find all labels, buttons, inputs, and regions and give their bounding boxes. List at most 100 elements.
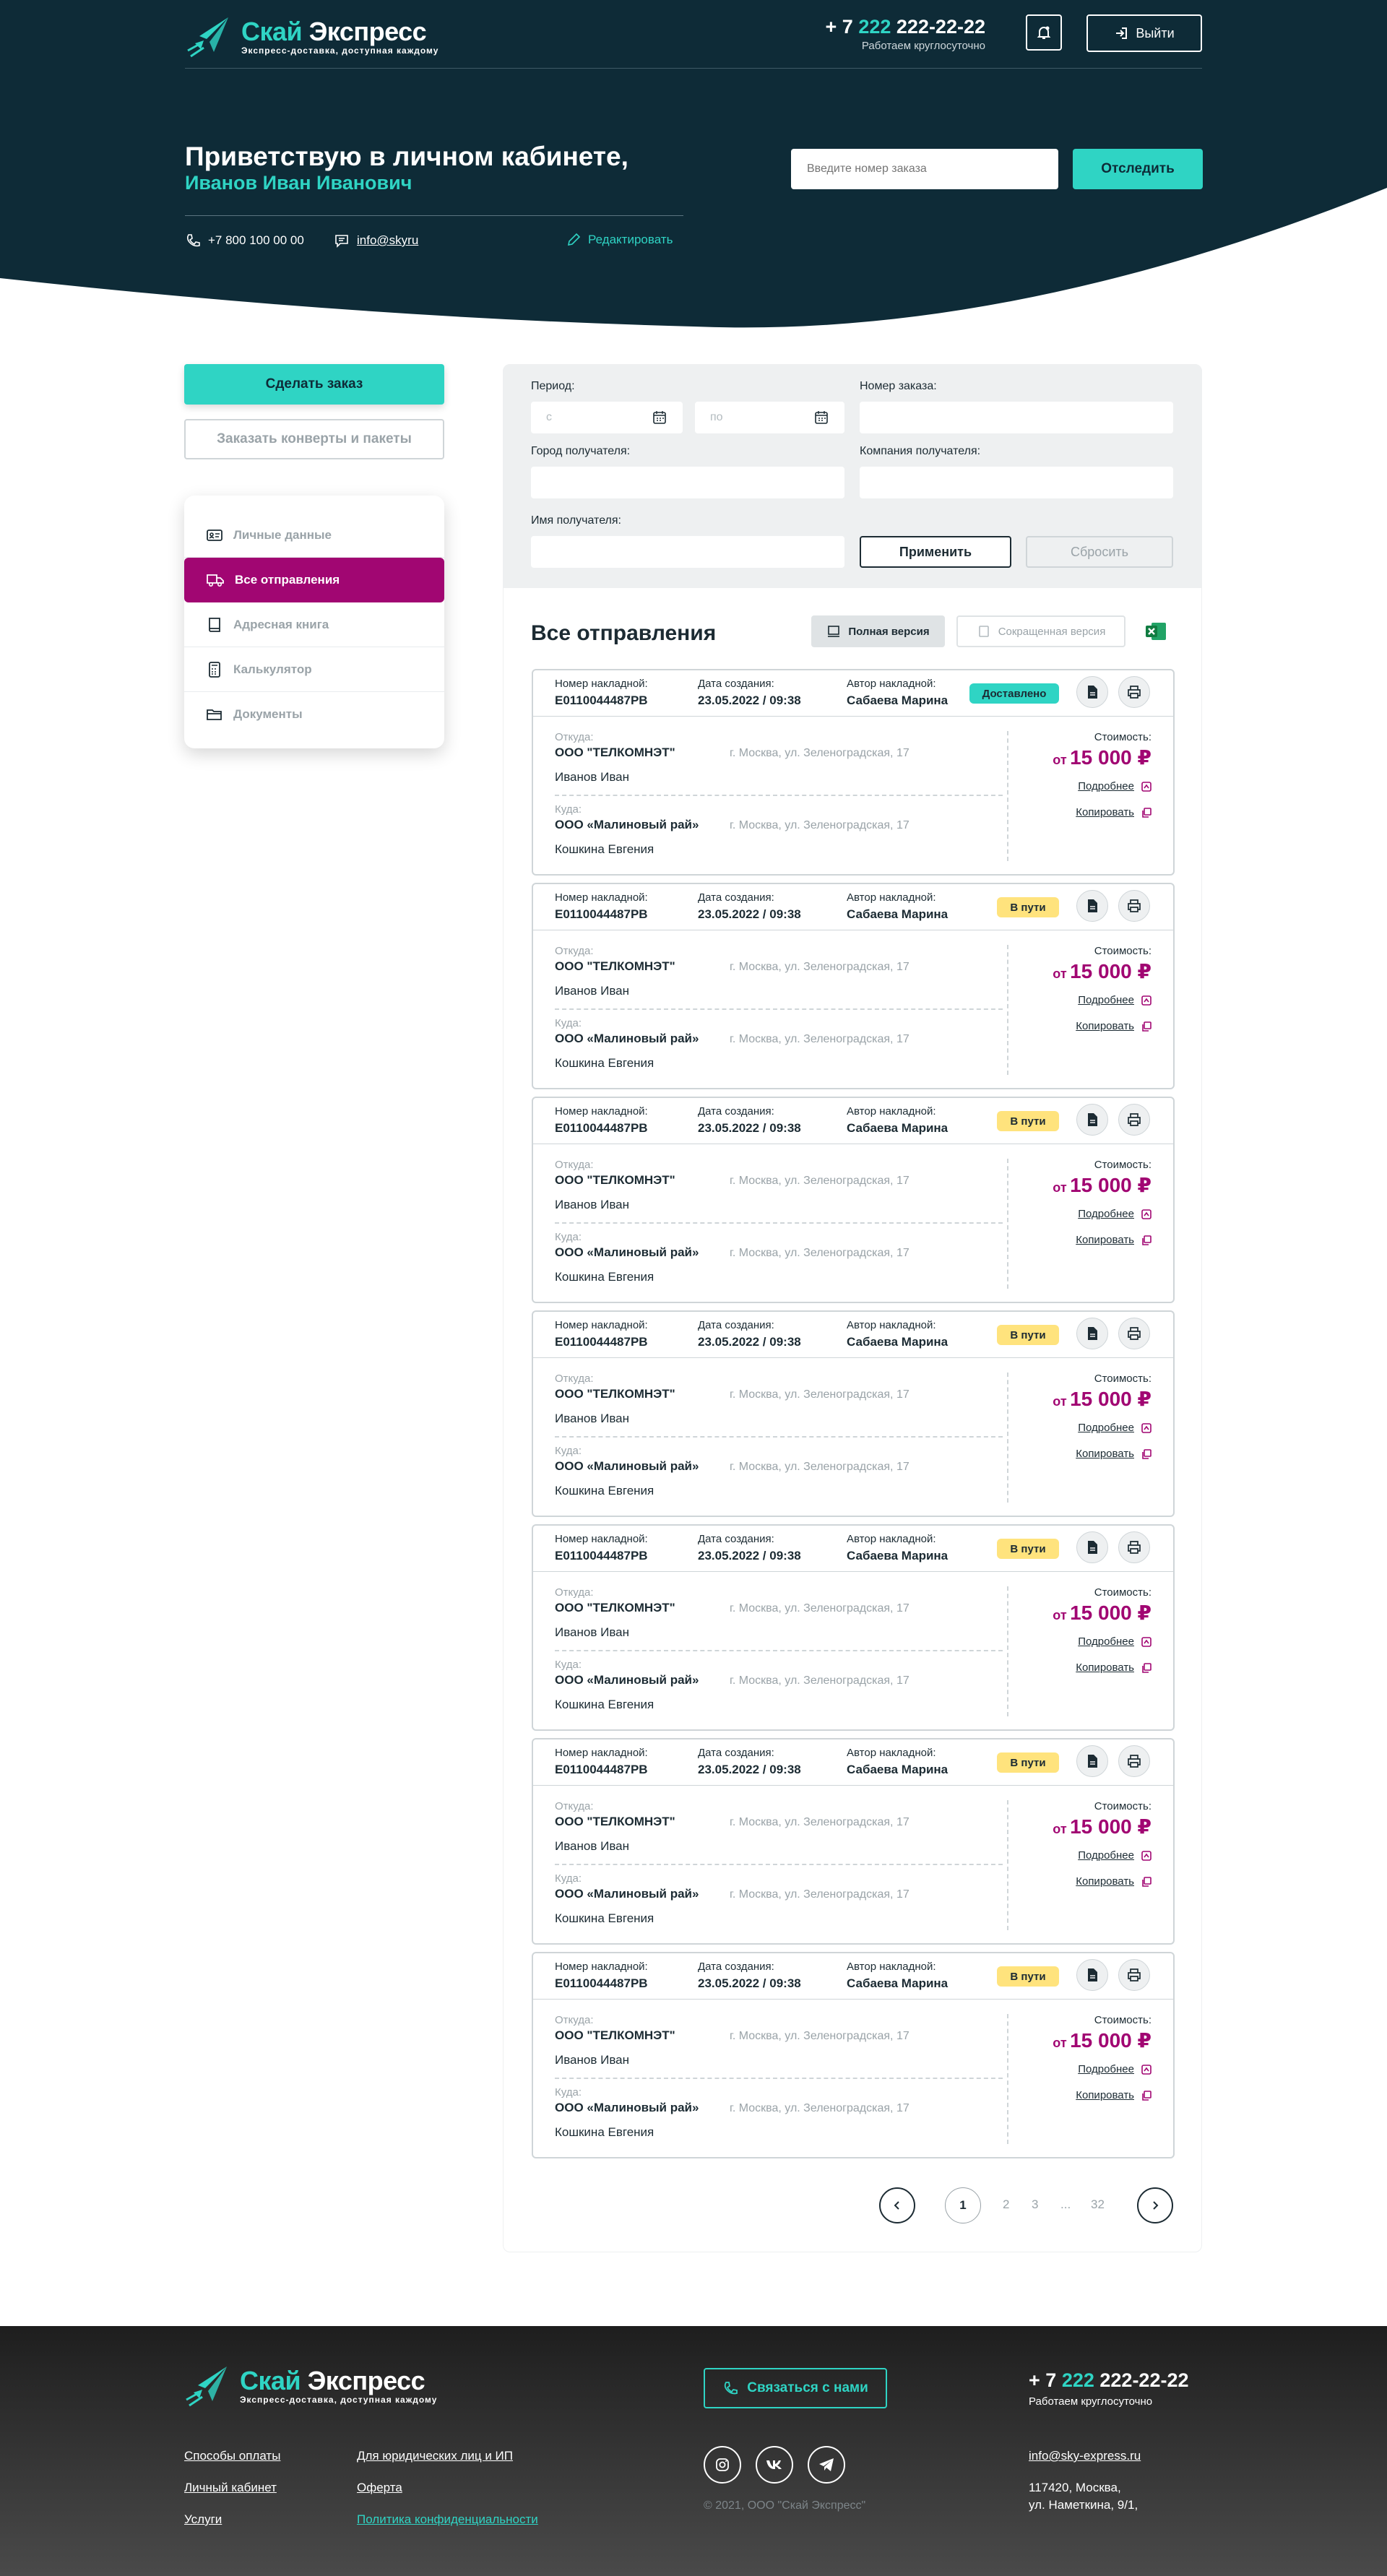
city-field[interactable] bbox=[531, 467, 844, 498]
details-link[interactable]: Подробнее bbox=[1078, 1635, 1151, 1648]
printer-icon bbox=[1128, 899, 1141, 912]
document-button[interactable] bbox=[1076, 676, 1108, 708]
document-icon bbox=[1088, 1541, 1097, 1554]
user-email-link[interactable]: info@skyru bbox=[357, 233, 418, 248]
contact-us-button[interactable]: Связаться с нами bbox=[704, 2368, 887, 2408]
footer-link-services[interactable]: Услуги bbox=[184, 2512, 222, 2527]
invoice-label: Номер накладной: bbox=[555, 678, 648, 690]
details-link[interactable]: Подробнее bbox=[1078, 994, 1151, 1006]
copy-link[interactable]: Копировать bbox=[1076, 1661, 1151, 1674]
company-field[interactable] bbox=[860, 467, 1173, 498]
details-link[interactable]: Подробнее bbox=[1078, 2063, 1151, 2075]
details-link[interactable]: Подробнее bbox=[1078, 780, 1151, 792]
prev-page-button[interactable] bbox=[879, 2187, 915, 2223]
track-button[interactable]: Отследить bbox=[1073, 149, 1203, 189]
to-address: г. Москва, ул. Зеленоградская, 17 bbox=[730, 1674, 909, 1687]
details-link[interactable]: Подробнее bbox=[1078, 1422, 1151, 1434]
shipment-card: Номер накладной: E0110044487PB Дата созд… bbox=[532, 1310, 1175, 1517]
short-version-toggle[interactable]: Сокращенная версия bbox=[956, 615, 1125, 647]
from-person: Иванов Иван bbox=[555, 1839, 630, 1853]
copy-link[interactable]: Копировать bbox=[1076, 806, 1151, 818]
to-person: Кошкина Евгения bbox=[555, 1270, 654, 1284]
header-phone[interactable]: + 7 222 222-22-22 bbox=[819, 16, 986, 38]
cost-divider bbox=[1007, 1586, 1008, 1716]
document-button[interactable] bbox=[1076, 890, 1108, 922]
user-name: Иванов Иван Иванович bbox=[185, 172, 412, 194]
copy-link[interactable]: Копировать bbox=[1076, 1020, 1151, 1032]
edit-profile-link[interactable]: Редактировать bbox=[566, 233, 673, 247]
page-link[interactable]: 3 bbox=[1032, 2197, 1038, 2212]
footer-link-payment[interactable]: Способы оплаты bbox=[184, 2449, 280, 2463]
telegram-button[interactable] bbox=[808, 2446, 845, 2484]
excel-export-button[interactable] bbox=[1144, 620, 1167, 643]
invoice-number: E0110044487PB bbox=[555, 693, 648, 707]
vk-button[interactable] bbox=[756, 2446, 793, 2484]
book-icon bbox=[209, 617, 220, 632]
order-number-label: Номер заказа: bbox=[860, 380, 937, 392]
print-button[interactable] bbox=[1118, 676, 1150, 708]
copy-link[interactable]: Копировать bbox=[1076, 1448, 1151, 1460]
apply-button[interactable]: Применить bbox=[860, 536, 1011, 568]
reset-button[interactable]: Сбросить bbox=[1026, 536, 1173, 568]
document-button[interactable] bbox=[1076, 1318, 1108, 1349]
copy-link[interactable]: Копировать bbox=[1076, 2089, 1151, 2101]
date-from-field[interactable]: с bbox=[531, 402, 683, 433]
footer-link-privacy[interactable]: Политика конфиденциальности bbox=[357, 2512, 538, 2527]
print-button[interactable] bbox=[1118, 1959, 1150, 1991]
from-company: ООО "ТЕЛКОМНЭТ" bbox=[555, 959, 675, 973]
date-to-field[interactable]: по bbox=[695, 402, 844, 433]
document-button[interactable] bbox=[1076, 1104, 1108, 1136]
from-person: Иванов Иван bbox=[555, 1412, 630, 1425]
track-input[interactable] bbox=[791, 149, 1058, 189]
to-address: г. Москва, ул. Зеленоградская, 17 bbox=[730, 1247, 909, 1259]
footer-link-offer[interactable]: Оферта bbox=[357, 2481, 402, 2495]
author-name: Сабаева Марина bbox=[847, 1121, 949, 1135]
details-link[interactable]: Подробнее bbox=[1078, 1849, 1151, 1862]
instagram-button[interactable] bbox=[704, 2446, 741, 2484]
page-link[interactable]: 2 bbox=[1003, 2197, 1009, 2212]
document-button[interactable] bbox=[1076, 1959, 1108, 1991]
footer-link-business[interactable]: Для юридических лиц и ИП bbox=[357, 2449, 513, 2463]
next-page-button[interactable] bbox=[1137, 2187, 1173, 2223]
page-current[interactable]: 1 bbox=[945, 2187, 981, 2223]
sidebar-item-address-book[interactable]: Адресная книга bbox=[184, 602, 444, 647]
full-version-toggle[interactable]: Полная версия bbox=[811, 615, 945, 647]
to-person: Кошкина Евгения bbox=[555, 1698, 654, 1711]
logout-button[interactable]: Выйти bbox=[1086, 14, 1202, 52]
document-button[interactable] bbox=[1076, 1745, 1108, 1777]
sidebar-item-calculator[interactable]: Калькулятор bbox=[184, 647, 444, 692]
order-number-field[interactable] bbox=[860, 402, 1173, 433]
shipment-card: Номер накладной: E0110044487PB Дата созд… bbox=[532, 1952, 1175, 2158]
sidebar-item-shipments[interactable]: Все отправления bbox=[184, 558, 444, 602]
copy-icon bbox=[1142, 1662, 1151, 1673]
print-button[interactable] bbox=[1118, 1318, 1150, 1349]
folder-icon bbox=[207, 709, 222, 720]
print-button[interactable] bbox=[1118, 890, 1150, 922]
footer-email[interactable]: info@sky-express.ru bbox=[1029, 2449, 1141, 2463]
sidebar-item-documents[interactable]: Документы bbox=[184, 692, 444, 737]
order-envelopes-button[interactable]: Заказать конверты и пакеты bbox=[184, 419, 444, 459]
document-button[interactable] bbox=[1076, 1531, 1108, 1563]
route-divider bbox=[555, 1650, 1003, 1651]
details-link[interactable]: Подробнее bbox=[1078, 1208, 1151, 1220]
greeting-title: Приветствую в личном кабинете, bbox=[185, 142, 628, 171]
print-button[interactable] bbox=[1118, 1745, 1150, 1777]
footer-logo[interactable]: Скай Экспресс Экспресс-доставка, доступн… bbox=[183, 2364, 437, 2407]
to-label: Куда: bbox=[555, 1445, 582, 1457]
copy-link[interactable]: Копировать bbox=[1076, 1234, 1151, 1246]
shipment-card: Номер накладной: E0110044487PB Дата созд… bbox=[532, 1524, 1175, 1731]
header-logo[interactable]: Скай Экспресс Экспресс-доставка, доступн… bbox=[185, 14, 438, 58]
make-order-button[interactable]: Сделать заказ bbox=[184, 364, 444, 405]
recipient-name-field[interactable] bbox=[531, 536, 844, 568]
print-button[interactable] bbox=[1118, 1531, 1150, 1563]
footer-phone[interactable]: + 7 222 222-22-22 bbox=[1029, 2369, 1189, 2392]
page-link-last[interactable]: 32 bbox=[1091, 2197, 1105, 2212]
footer-link-account[interactable]: Личный кабинет bbox=[184, 2481, 277, 2495]
cost-label: Стоимость: bbox=[1094, 1373, 1151, 1385]
notifications-button[interactable] bbox=[1026, 14, 1062, 51]
sidebar-item-personal[interactable]: Личные данные bbox=[184, 513, 444, 558]
copy-link[interactable]: Копировать bbox=[1076, 1875, 1151, 1888]
to-company: ООО «Малиновый рай» bbox=[555, 2101, 699, 2114]
print-button[interactable] bbox=[1118, 1104, 1150, 1136]
to-address: г. Москва, ул. Зеленоградская, 17 bbox=[730, 1033, 909, 1045]
